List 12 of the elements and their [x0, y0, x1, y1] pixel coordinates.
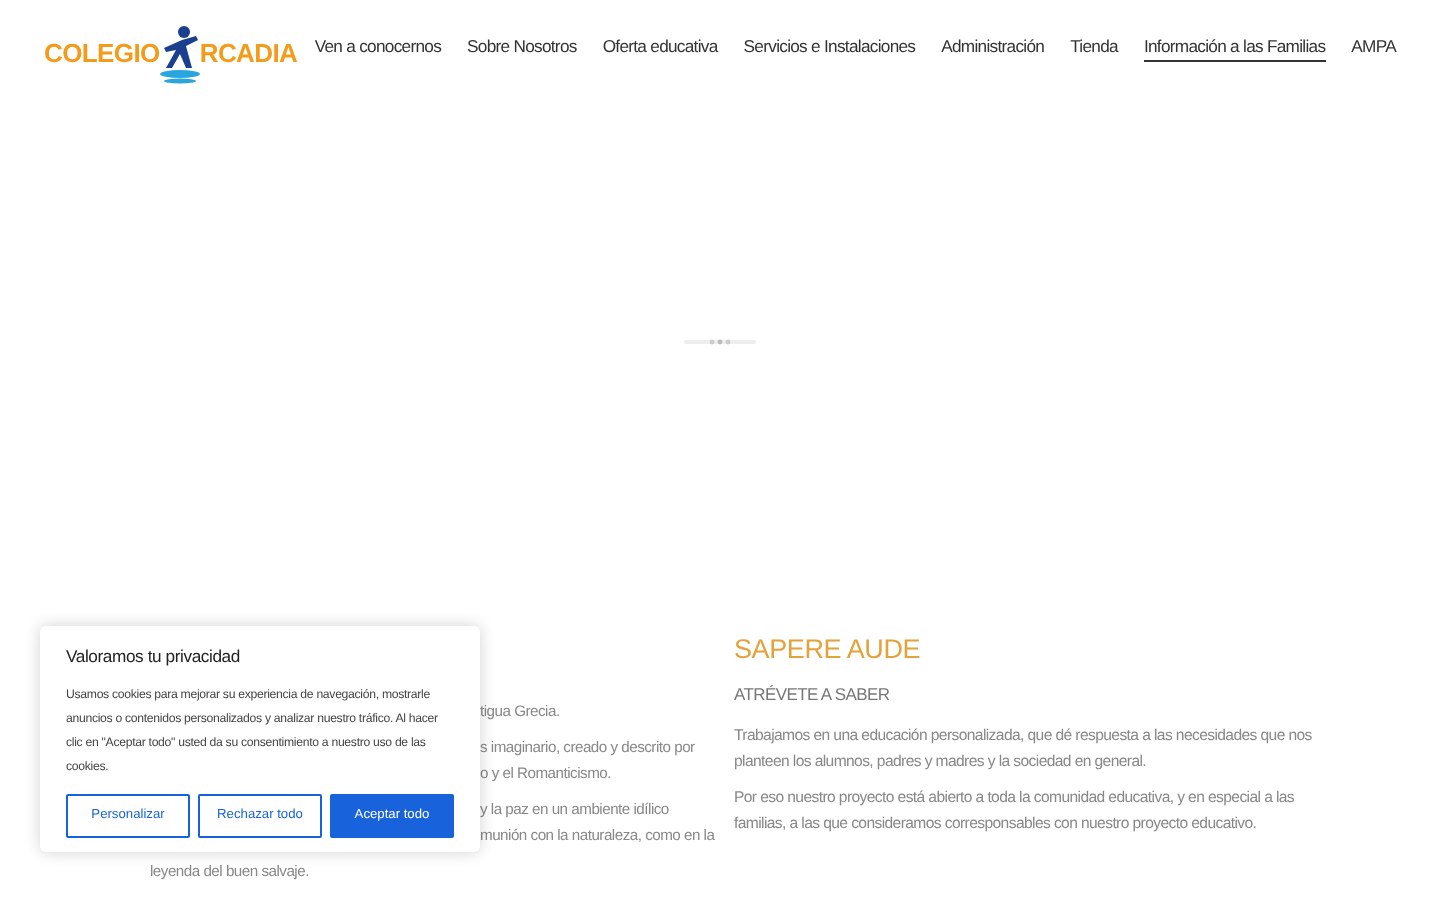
section-subtitle: ATRÉVETE A SABER: [734, 682, 892, 708]
logo-figure-icon[interactable]: [157, 23, 202, 83]
nav-link[interactable]: Ven a conocernos: [314, 34, 442, 62]
nav-link[interactable]: Servicios e Instalaciones: [743, 34, 916, 62]
nav-link[interactable]: Información a las Familias: [1143, 33, 1326, 63]
nav-link[interactable]: Tienda: [1070, 34, 1118, 62]
section-title: SAPERE AUDE: [734, 634, 923, 667]
nav-link[interactable]: Administración: [941, 34, 1045, 62]
nav-link[interactable]: AMPA: [1351, 34, 1396, 62]
nav-link[interactable]: Oferta educativa: [602, 34, 718, 62]
banner-title: Valoramos tu privacidad: [66, 644, 242, 670]
nav-link[interactable]: Sobre Nosotros: [467, 34, 577, 62]
